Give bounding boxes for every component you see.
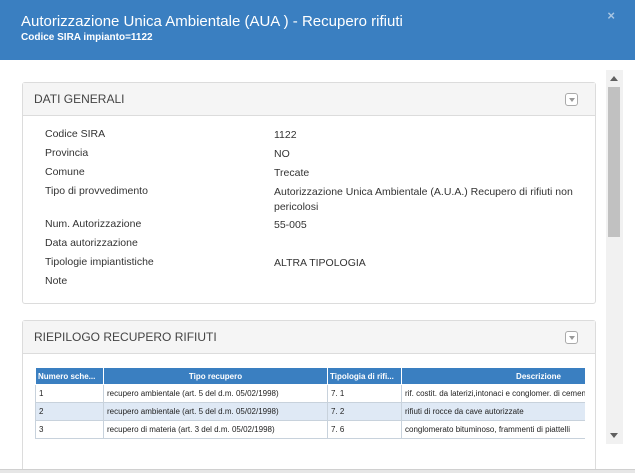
modal-footer-divider xyxy=(0,469,635,473)
field-value: ALTRA TIPOLOGIA xyxy=(274,257,366,269)
recovery-table: Numero sche... Tipo recupero Tipologia d… xyxy=(35,367,585,439)
chevron-down-icon[interactable] xyxy=(565,331,578,344)
general-data-title: DATI GENERALI xyxy=(34,92,125,106)
vertical-scrollbar[interactable] xyxy=(606,70,623,444)
field-value: 55-005 xyxy=(274,219,307,231)
field-label: Tipo di provvedimento xyxy=(45,185,148,197)
chevron-down-icon[interactable] xyxy=(565,93,578,106)
table-cell: 1 xyxy=(35,384,104,403)
field-label: Codice SIRA xyxy=(45,128,106,140)
modal-header: Autorizzazione Unica Ambientale (AUA ) -… xyxy=(0,0,635,60)
table-row[interactable]: 3 recupero di materia (art. 3 del d.m. 0… xyxy=(35,420,585,439)
modal-subtitle: Codice SIRA impianto=1122 xyxy=(21,32,153,43)
recovery-summary-panel-heading: RIEPILOGO RECUPERO RIFIUTI xyxy=(23,321,595,354)
table-cell: rif. costit. da laterizi,intonaci e cong… xyxy=(401,384,585,403)
field-value: 1122 xyxy=(274,129,297,141)
scroll-down-arrow-icon[interactable] xyxy=(610,433,618,438)
column-header[interactable]: Tipologia di rifi... xyxy=(327,367,402,385)
scroll-thumb[interactable] xyxy=(608,87,620,237)
field-label: Tipologie impiantistiche xyxy=(45,256,154,268)
field-label: Note xyxy=(45,275,68,287)
field-value: NO xyxy=(274,148,290,160)
table-cell: rifiuti di rocce da cave autorizzate xyxy=(401,402,585,421)
column-header[interactable]: Numero sche... xyxy=(35,367,104,385)
field-label: Num. Autorizzazione xyxy=(45,218,142,230)
column-header[interactable]: Tipo recupero xyxy=(103,367,328,385)
modal-dialog: Autorizzazione Unica Ambientale (AUA ) -… xyxy=(0,0,635,473)
field-label: Data autorizzazione xyxy=(45,237,138,249)
table-cell: 7. 2 xyxy=(327,402,402,421)
field-label: Comune xyxy=(45,166,85,178)
general-data-panel-heading: DATI GENERALI xyxy=(23,83,595,116)
column-header[interactable]: Descrizione xyxy=(401,367,585,385)
recovery-summary-title: RIEPILOGO RECUPERO RIFIUTI xyxy=(34,330,217,344)
table-cell: recupero ambientale (art. 5 del d.m. 05/… xyxy=(103,402,328,421)
field-value: Trecate xyxy=(274,167,310,179)
table-cell: 7. 6 xyxy=(327,420,402,439)
table-cell: conglomerato bituminoso, frammenti di pi… xyxy=(401,420,585,439)
modal-body: DATI GENERALI Codice SIRA 1122 Provincia… xyxy=(0,60,635,469)
recovery-summary-panel: RIEPILOGO RECUPERO RIFIUTI Numero sche..… xyxy=(22,320,596,469)
field-value: Autorizzazione Unica Ambientale (A.U.A.)… xyxy=(274,186,573,213)
table-cell: 3 xyxy=(35,420,104,439)
table-header-row: Numero sche... Tipo recupero Tipologia d… xyxy=(35,367,585,385)
modal-title: Autorizzazione Unica Ambientale (AUA ) -… xyxy=(21,13,403,30)
table-row[interactable]: 2 recupero ambientale (art. 5 del d.m. 0… xyxy=(35,402,585,421)
table-cell: recupero di materia (art. 3 del d.m. 05/… xyxy=(103,420,328,439)
table-cell: 2 xyxy=(35,402,104,421)
close-icon[interactable]: × xyxy=(607,8,615,23)
general-data-panel: DATI GENERALI Codice SIRA 1122 Provincia… xyxy=(22,82,596,304)
table-cell: 7. 1 xyxy=(327,384,402,403)
scroll-up-arrow-icon[interactable] xyxy=(610,76,618,81)
table-cell: recupero ambientale (art. 5 del d.m. 05/… xyxy=(103,384,328,403)
field-label: Provincia xyxy=(45,147,89,159)
table-row[interactable]: 1 recupero ambientale (art. 5 del d.m. 0… xyxy=(35,384,585,403)
recovery-table-wrapper: Numero sche... Tipo recupero Tipologia d… xyxy=(35,367,585,469)
